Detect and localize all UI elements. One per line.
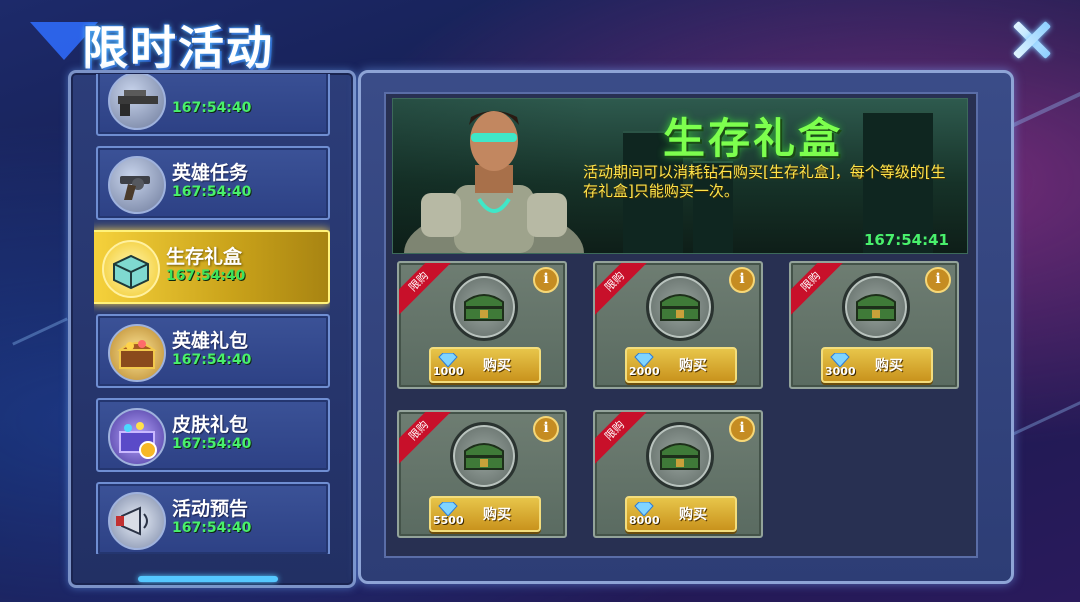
gift-box-card: 限购 i 3000 购买 bbox=[789, 261, 959, 389]
banner-timer: 167:54:41 bbox=[863, 231, 949, 249]
menu-item-timer: 167:54:40 bbox=[172, 100, 252, 116]
buy-button[interactable]: 5500 购买 bbox=[429, 496, 541, 532]
limited-ribbon: 限购 bbox=[595, 263, 650, 317]
banner-description: 活动期间可以消耗钻石购买[生存礼盒]，每个等级的[生存礼盒]只能购买一次。 bbox=[583, 163, 946, 200]
menu-item-hero-quest[interactable]: 英雄任务 167:54:40 bbox=[96, 146, 330, 220]
green-ammo-crate-icon bbox=[646, 422, 714, 490]
buy-button[interactable]: 1000 购买 bbox=[429, 347, 541, 383]
menu-item-survival-box[interactable]: 生存礼盒 167:54:40 bbox=[94, 230, 330, 304]
price-text: 1000 bbox=[433, 365, 464, 378]
green-ammo-crate-icon bbox=[842, 273, 910, 341]
teal-box-icon bbox=[102, 240, 160, 298]
menu-item-partial[interactable]: 167:54:40 bbox=[96, 74, 330, 136]
menu-item-label: 皮肤礼包 bbox=[172, 414, 249, 436]
activity-menu-list[interactable]: 167:54:40 英雄任务 167:54:40 生存礼盒 167:54:40 … bbox=[94, 74, 330, 554]
gift-box-card: 限购 i 1000 购买 bbox=[397, 261, 567, 389]
buy-button[interactable]: 2000 购买 bbox=[625, 347, 737, 383]
menu-item-skin-pack[interactable]: 皮肤礼包 167:54:40 bbox=[96, 398, 330, 472]
buy-label: 购买 bbox=[679, 358, 707, 374]
gift-box-card: 限购 i 8000 购买 bbox=[593, 410, 763, 538]
event-banner: 生存礼盒 活动期间可以消耗钻石购买[生存礼盒]，每个等级的[生存礼盒]只能购买一… bbox=[392, 98, 968, 254]
hero-character-icon bbox=[404, 111, 584, 253]
revolver-icon bbox=[108, 156, 166, 214]
info-icon[interactable]: i bbox=[729, 416, 755, 442]
sniper-rifle-icon bbox=[108, 74, 166, 130]
menu-item-timer: 167:54:40 bbox=[172, 184, 252, 200]
buy-label: 购买 bbox=[679, 507, 707, 523]
menu-item-label: 活动预告 bbox=[172, 498, 249, 520]
green-ammo-crate-icon bbox=[646, 273, 714, 341]
menu-item-hero-pack[interactable]: 英雄礼包 167:54:40 bbox=[96, 314, 330, 388]
info-icon[interactable]: i bbox=[533, 416, 559, 442]
gift-box-card: 限购 i 2000 购买 bbox=[593, 261, 763, 389]
buy-button[interactable]: 8000 购买 bbox=[625, 496, 737, 532]
info-icon[interactable]: i bbox=[925, 267, 951, 293]
menu-scroll-indicator bbox=[138, 576, 278, 582]
limited-ribbon: 限购 bbox=[399, 412, 454, 466]
green-ammo-crate-icon bbox=[450, 273, 518, 341]
green-ammo-crate-icon bbox=[450, 422, 518, 490]
price-text: 8000 bbox=[629, 514, 660, 527]
price-text: 5500 bbox=[433, 514, 464, 527]
page-title: 限时活动 bbox=[82, 21, 274, 75]
limited-ribbon: 限购 bbox=[399, 263, 454, 317]
close-icon[interactable] bbox=[1005, 14, 1059, 68]
megaphone-icon bbox=[108, 492, 166, 550]
buy-button[interactable]: 3000 购买 bbox=[821, 347, 933, 383]
buy-label: 购买 bbox=[875, 358, 903, 374]
gift-box-icon bbox=[108, 408, 166, 466]
limited-ribbon: 限购 bbox=[595, 412, 650, 466]
menu-item-label: 英雄任务 bbox=[172, 162, 249, 184]
page-header: 限时活动 bbox=[20, 6, 350, 75]
treasure-chest-icon bbox=[108, 324, 166, 382]
limited-ribbon: 限购 bbox=[791, 263, 846, 317]
price-text: 3000 bbox=[825, 365, 856, 378]
price-text: 2000 bbox=[629, 365, 660, 378]
info-icon[interactable]: i bbox=[729, 267, 755, 293]
gift-box-card: 限购 i 5500 购买 bbox=[397, 410, 567, 538]
menu-item-event-preview[interactable]: 活动预告 167:54:40 bbox=[96, 482, 330, 554]
buy-label: 购买 bbox=[483, 507, 511, 523]
menu-item-timer: 167:54:40 bbox=[172, 436, 252, 452]
menu-item-timer: 167:54:40 bbox=[172, 520, 252, 536]
menu-item-timer: 167:54:40 bbox=[166, 268, 246, 284]
menu-item-timer: 167:54:40 bbox=[172, 352, 252, 368]
buy-label: 购买 bbox=[483, 358, 511, 374]
banner-title: 生存礼盒 bbox=[663, 114, 844, 163]
info-icon[interactable]: i bbox=[533, 267, 559, 293]
bg-light-streak bbox=[12, 317, 68, 346]
menu-item-label: 生存礼盒 bbox=[166, 246, 243, 268]
menu-item-label: 英雄礼包 bbox=[172, 330, 249, 352]
